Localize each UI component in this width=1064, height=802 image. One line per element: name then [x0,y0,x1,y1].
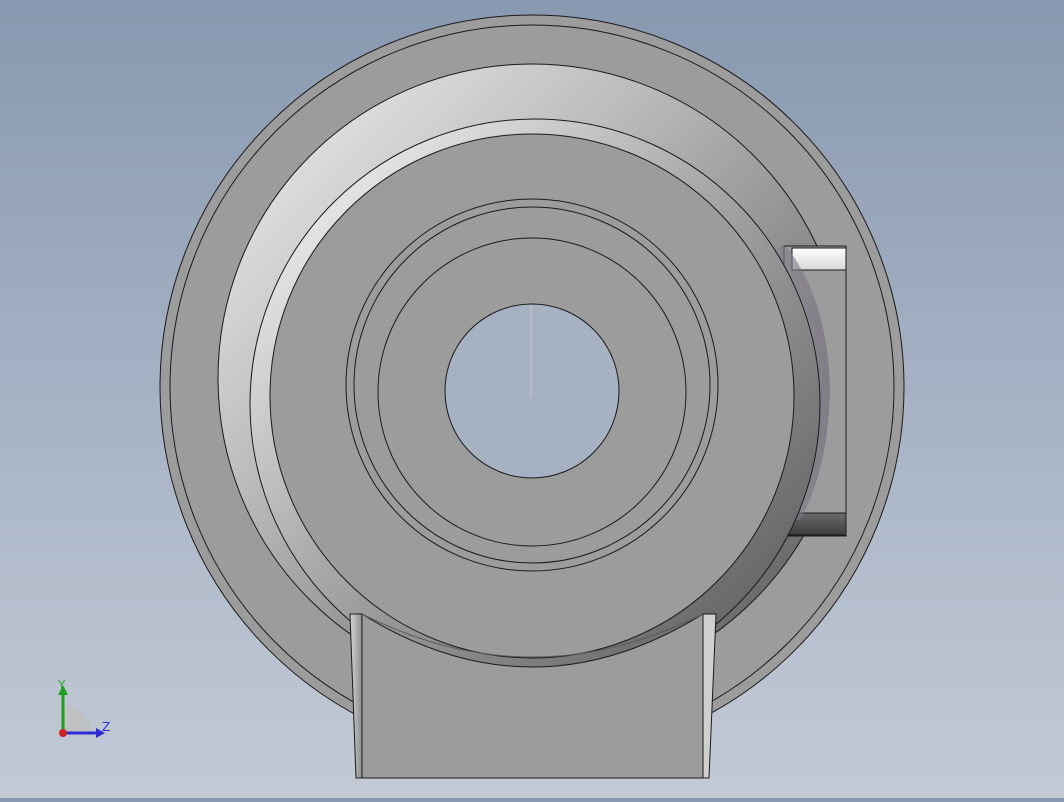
cad-viewport[interactable]: Y Z [0,0,1064,798]
axis-triad[interactable]: Y Z [50,675,120,745]
central-bore[interactable] [444,303,620,479]
axis-z-label: Z [102,720,111,734]
model-render[interactable] [0,0,1064,798]
axis-y-label: Y [58,678,66,692]
